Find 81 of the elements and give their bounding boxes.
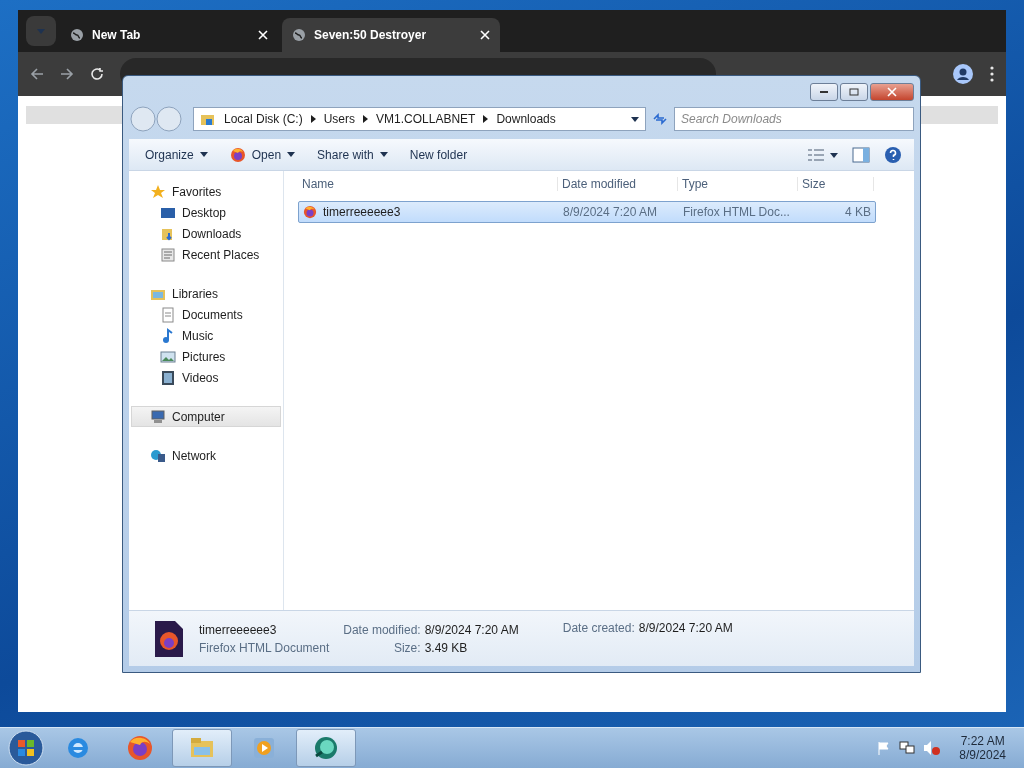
nav-item[interactable]: Downloads xyxy=(131,223,281,244)
close-icon[interactable] xyxy=(480,30,490,40)
toolbar-button[interactable]: Organize xyxy=(141,145,212,164)
column-header[interactable]: Type xyxy=(678,177,798,191)
caret-icon xyxy=(631,116,639,122)
caret-icon xyxy=(287,152,296,157)
table-cell-text: 8/9/2024 7:20 AM xyxy=(562,205,659,219)
app-icon xyxy=(312,734,340,762)
detail-label: Size: xyxy=(392,640,421,655)
detail-value: 8/9/2024 7:20 AM xyxy=(424,622,519,637)
view-icon[interactable] xyxy=(808,147,838,162)
file-icon xyxy=(153,618,185,659)
breadcrumb-bar[interactable]: Local Disk (C:) Users VM1.COLLABNET Downloads xyxy=(193,107,646,131)
nav-item[interactable]: Pictures xyxy=(131,346,281,367)
restore-button[interactable] xyxy=(840,83,868,101)
caret-icon xyxy=(379,152,388,157)
refresh-icon[interactable] xyxy=(652,111,668,127)
detail-label: Date modified: xyxy=(343,622,421,637)
restore-icon xyxy=(849,88,859,96)
firefox-icon xyxy=(229,146,246,163)
taskbar-button[interactable] xyxy=(296,729,356,767)
browser-tab[interactable]: Seven:50 Destroyer xyxy=(282,18,500,52)
firefox-icon xyxy=(303,205,317,219)
nav-item[interactable]: Network xyxy=(131,445,281,466)
column-header[interactable]: Size xyxy=(798,177,874,191)
film-icon xyxy=(160,369,176,386)
picture-icon xyxy=(160,348,176,365)
nav-item[interactable]: Videos xyxy=(131,367,281,388)
file-row[interactable]: timerreeeeee3 8/9/2024 7:20 AM Firefox HTML Doc... 4 KB xyxy=(298,201,876,223)
close-button[interactable] xyxy=(870,83,914,101)
nav-item[interactable]: Computer xyxy=(131,406,281,427)
detail-value: 8/9/2024 7:20 AM xyxy=(638,621,733,635)
toolbar-button[interactable]: Open xyxy=(225,144,300,165)
detail-label: Date created: xyxy=(562,621,635,635)
star-icon xyxy=(150,183,166,200)
mute-icon[interactable] xyxy=(923,740,942,756)
nav-item[interactable]: Favorites xyxy=(131,181,281,202)
toolbar-button[interactable]: Share with xyxy=(313,145,392,164)
firefox-icon xyxy=(126,734,154,762)
help-icon[interactable] xyxy=(884,145,902,164)
breadcrumb-item[interactable]: Local Disk (C:) xyxy=(224,112,303,126)
table-cell-text: Firefox HTML Doc... xyxy=(682,205,791,219)
chevron-icon xyxy=(363,115,369,123)
file-name: timerreeeeee3 xyxy=(199,622,278,637)
file-name-cell: timerreeeeee3 xyxy=(299,205,559,219)
nav-item[interactable]: Libraries xyxy=(131,283,281,304)
toolbar-button[interactable]: New folder xyxy=(405,145,472,164)
file-type: Firefox HTML Document xyxy=(199,640,330,655)
nav-item[interactable]: Desktop xyxy=(131,202,281,223)
back-icon[interactable] xyxy=(30,67,44,81)
caret-icon xyxy=(37,28,45,34)
start-button[interactable] xyxy=(6,729,46,767)
detail-value: 3.49 KB xyxy=(424,640,469,655)
table-cell-text: 4 KB xyxy=(844,205,872,219)
breadcrumb-item[interactable]: Downloads xyxy=(496,112,556,126)
nav-item[interactable]: Music xyxy=(131,325,281,346)
close-icon[interactable] xyxy=(258,30,268,40)
forward-icon[interactable] xyxy=(60,67,74,81)
document-icon xyxy=(160,246,176,263)
breadcrumb-item[interactable]: VM1.COLLABNET xyxy=(376,112,476,126)
minimize-icon xyxy=(820,90,828,94)
preview-pane-icon[interactable] xyxy=(852,146,870,163)
profile-icon[interactable] xyxy=(952,63,974,85)
chevron-icon xyxy=(310,115,316,123)
nav-item[interactable]: Documents xyxy=(131,304,281,325)
breadcrumb-item[interactable]: Users xyxy=(323,112,356,126)
network-icon[interactable] xyxy=(899,741,916,755)
column-header[interactable]: Date modified xyxy=(558,177,678,191)
column-header[interactable]: Name xyxy=(298,177,558,191)
search-field[interactable]: Search Downloads xyxy=(674,107,914,131)
nav-item[interactable]: Recent Places xyxy=(131,244,281,265)
reload-icon[interactable] xyxy=(90,67,104,81)
caret-icon xyxy=(199,152,208,157)
taskbar-button[interactable] xyxy=(172,729,232,767)
minimize-button[interactable] xyxy=(810,83,838,101)
chevron-icon xyxy=(483,115,489,123)
computer-icon xyxy=(150,408,166,425)
browser-tab[interactable]: New Tab xyxy=(60,18,278,52)
clock[interactable]: 7:22 AM 8/9/2024 xyxy=(959,734,1006,762)
menu-icon[interactable] xyxy=(990,66,994,82)
document-icon xyxy=(160,306,176,323)
